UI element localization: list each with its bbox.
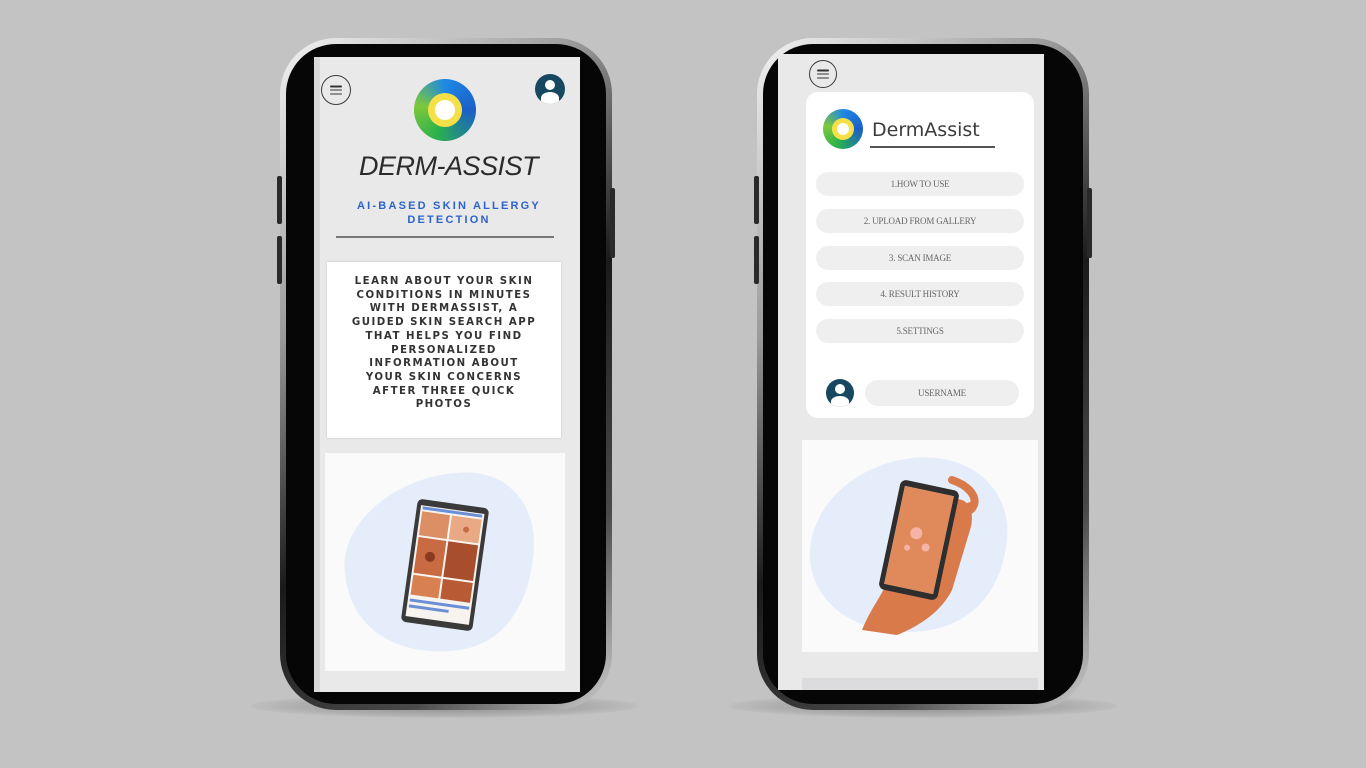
app-illustration [325,453,565,671]
description-card: LEARN ABOUT YOUR SKIN CONDITIONS IN MINU… [327,262,561,438]
left-phone-screen: DERM-ASSIST AI-BASED SKIN ALLERGY DETECT… [314,57,580,692]
avatar-body [541,92,559,104]
phone-side-button [277,176,282,224]
logo-core [435,100,455,120]
username-field[interactable]: USERNAME [865,380,1019,406]
divider [336,236,554,238]
brand-underline [870,146,995,148]
logo-core [837,123,849,135]
phone-side-button [277,236,282,284]
app-logo-icon [823,109,863,149]
user-avatar-icon [545,80,555,90]
user-avatar[interactable] [826,379,854,407]
hamburger-menu-button[interactable] [809,60,837,88]
app-subtitle: AI-BASED SKIN ALLERGY DETECTION [357,200,541,226]
description-text: LEARN ABOUT YOUR SKIN CONDITIONS IN MINU… [351,276,537,411]
brand-name: DermAssist [872,119,980,141]
hamburger-menu-button[interactable] [321,75,351,105]
app-logo-icon [414,79,476,141]
menu-item-upload-from-gallery[interactable]: 2. UPLOAD FROM GALLERY [816,209,1024,233]
scan-illustration [802,440,1038,652]
phone-with-skin-photo-grid-illustration [344,472,535,652]
user-avatar-icon [835,384,845,394]
menu-item-how-to-use[interactable]: 1.HOW TO USE [816,172,1024,196]
menu-item-result-history[interactable]: 4. RESULT HISTORY [816,282,1024,306]
right-phone-screen: DermAssist 1.HOW TO USE 2. UPLOAD FROM G… [778,54,1044,690]
phone-side-button [754,176,759,224]
phone-power-button [610,188,615,258]
bottom-bar [802,678,1038,690]
phone-side-button [754,236,759,284]
profile-avatar-button[interactable] [535,74,565,104]
navigation-drawer: DermAssist 1.HOW TO USE 2. UPLOAD FROM G… [806,92,1034,418]
hand-scanning-skin-with-phone-illustration [809,457,1008,635]
menu-item-scan-image[interactable]: 3. SCAN IMAGE [816,246,1024,270]
phone-power-button [1087,188,1092,258]
hamburger-icon [817,69,829,79]
screen-edge [314,57,320,692]
app-title: DERM-ASSIST [359,151,539,181]
menu-item-settings[interactable]: 5.SETTINGS [816,319,1024,343]
avatar-body [831,396,849,407]
hamburger-icon [330,85,342,95]
